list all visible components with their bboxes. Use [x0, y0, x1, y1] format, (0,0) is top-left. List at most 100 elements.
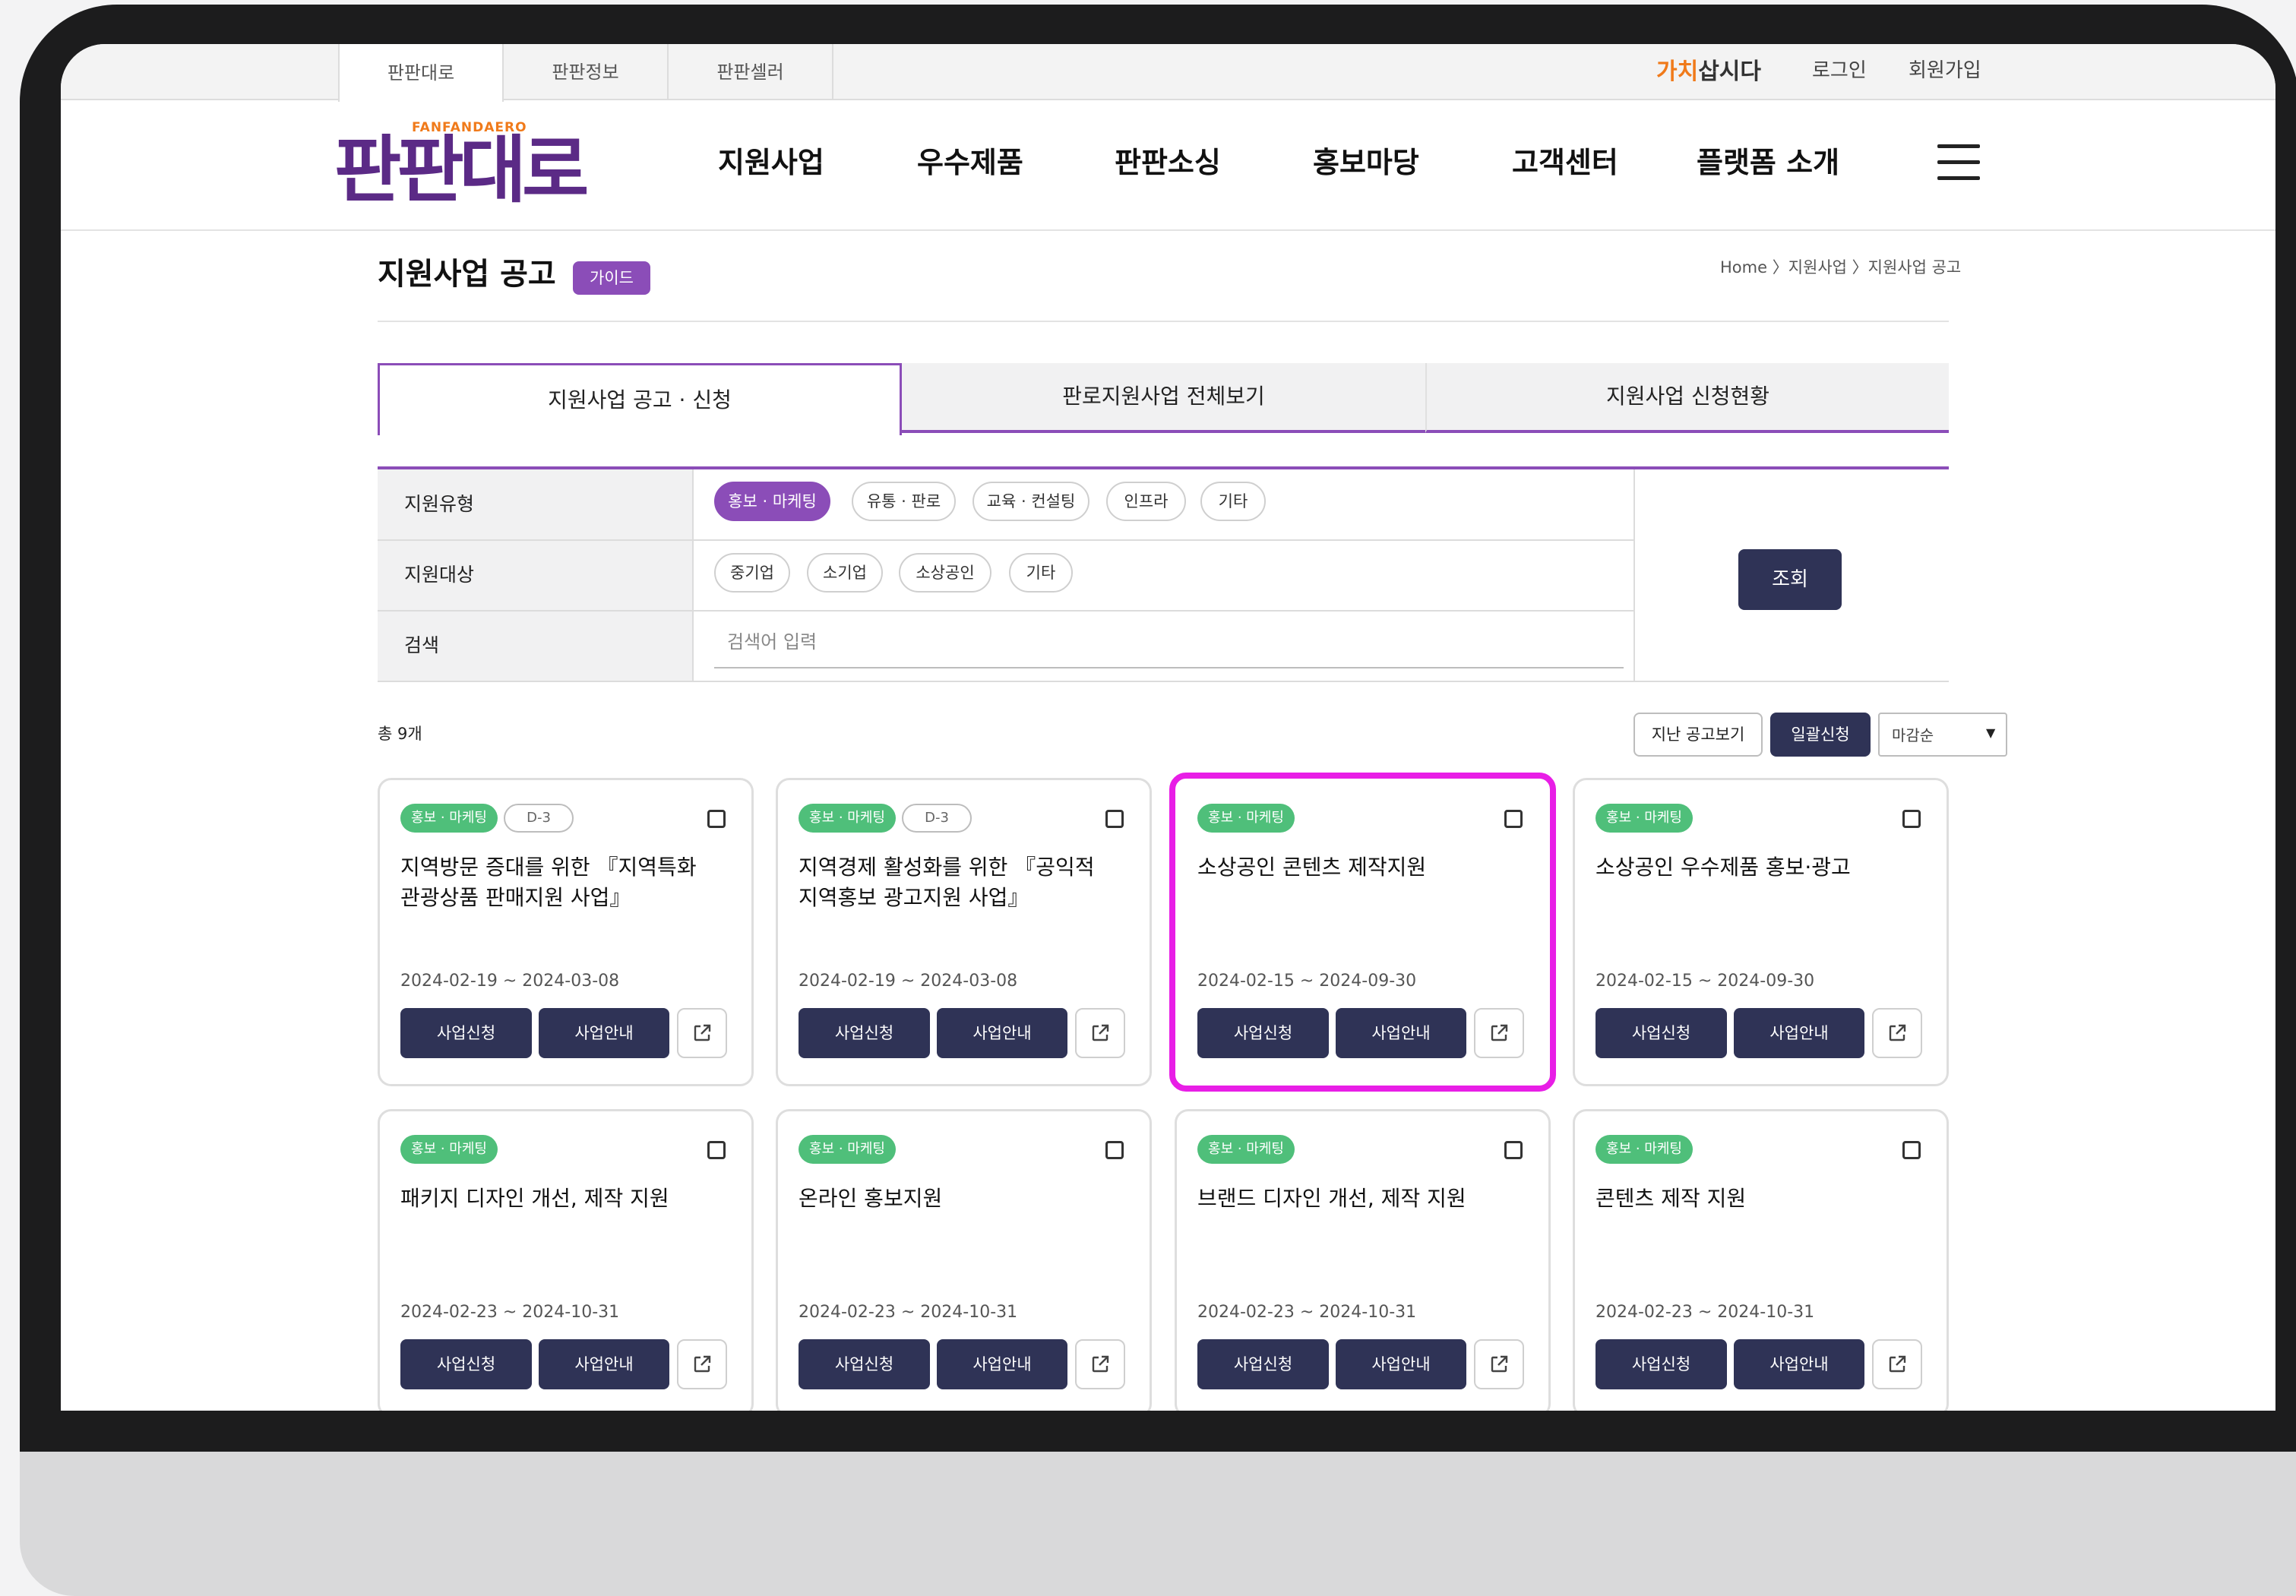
external-link-icon[interactable] [1474, 1008, 1524, 1058]
nav-sourcing[interactable]: 판판소싱 [1115, 148, 1221, 177]
util-tab-fanfan-info[interactable]: 판판정보 [504, 44, 669, 100]
hamburger-menu-icon[interactable] [1937, 144, 1980, 181]
sort-select[interactable]: 마감순 ▼ [1878, 713, 2007, 757]
apply-button[interactable]: 사업신청 [1595, 1008, 1727, 1058]
card-body: 홍보 · 마케팅 소상공인 우수제품 홍보·광고 2024-02-15 ~ 2024… [1573, 778, 1949, 1086]
support-card[interactable]: 홍보 · 마케팅 온라인 홍보지원 2024-02-23 ~ 2024-10-31 사… [776, 1109, 1152, 1411]
card-date-range: 2024-02-23 ~ 2024-10-31 [400, 1303, 620, 1322]
nav-customer-center[interactable]: 고객센터 [1512, 148, 1618, 177]
nav-platform-intro[interactable]: 플랫폼 소개 [1697, 148, 1839, 177]
search-input[interactable]: 검색어 입력 [727, 633, 817, 651]
support-card[interactable]: 홍보 · 마케팅 소상공인 콘텐츠 제작지원 2024-02-15 ~ 2024-0… [1169, 773, 1556, 1092]
card-select-checkbox[interactable] [1504, 1141, 1523, 1159]
filter-button-divider [1633, 469, 1635, 682]
card-select-checkbox[interactable] [1902, 1141, 1921, 1159]
bulk-apply-label: 일괄신청 [1791, 725, 1850, 744]
search-input-underline [714, 667, 1624, 668]
external-link-icon[interactable] [677, 1008, 727, 1058]
chip-type-distribution[interactable]: 유통 · 판로 [852, 482, 956, 521]
support-card[interactable]: 홍보 · 마케팅 소상공인 우수제품 홍보·광고 2024-02-15 ~ 2024… [1573, 778, 1949, 1086]
support-card[interactable]: 홍보 · 마케팅 패키지 디자인 개선, 제작 지원 2024-02-23 ~ 20… [378, 1109, 754, 1411]
support-card[interactable]: 홍보 · 마케팅 브랜드 디자인 개선, 제작 지원 2024-02-23 ~ 20… [1175, 1109, 1551, 1411]
past-announcements-button[interactable]: 지난 공고보기 [1633, 713, 1763, 757]
support-card[interactable]: 홍보 · 마케팅 D-3 지역경제 활성화를 위한 『공익적 지역홍보 광고지원 사… [776, 778, 1152, 1086]
card-body: 홍보 · 마케팅 D-3 지역경제 활성화를 위한 『공익적 지역홍보 광고지원 사… [776, 778, 1152, 1086]
apply-button[interactable]: 사업신청 [1197, 1339, 1329, 1389]
filter-row-divider [378, 610, 1633, 612]
apply-button[interactable]: 사업신청 [799, 1008, 930, 1058]
chip-type-other[interactable]: 기타 [1200, 482, 1266, 521]
filter-column-divider [692, 469, 694, 682]
info-button[interactable]: 사업안내 [539, 1339, 669, 1389]
category-badge: 홍보 · 마케팅 [400, 804, 498, 833]
chip-type-education[interactable]: 교육 · 컨설팅 [972, 482, 1089, 521]
card-select-checkbox[interactable] [707, 1141, 726, 1159]
apply-button[interactable]: 사업신청 [400, 1339, 532, 1389]
card-select-checkbox[interactable] [1504, 810, 1523, 828]
tab-label: 판로지원사업 전체보기 [1062, 384, 1265, 409]
card-date-range: 2024-02-15 ~ 2024-09-30 [1197, 972, 1417, 991]
category-badge: 홍보 · 마케팅 [799, 804, 896, 833]
external-link-icon[interactable] [1474, 1339, 1524, 1389]
tab-application-status[interactable]: 지원사업 신청현황 [1425, 363, 1949, 433]
info-button[interactable]: 사업안내 [1734, 1339, 1864, 1389]
external-link-icon[interactable] [1075, 1008, 1125, 1058]
apply-button[interactable]: 사업신청 [799, 1339, 930, 1389]
external-link-icon[interactable] [1872, 1008, 1922, 1058]
chip-label: 소상공인 [916, 563, 975, 582]
bulk-apply-button[interactable]: 일괄신청 [1770, 713, 1871, 757]
info-button[interactable]: 사업안내 [937, 1339, 1067, 1389]
info-button[interactable]: 사업안내 [937, 1008, 1067, 1058]
info-button[interactable]: 사업안내 [1336, 1339, 1466, 1389]
support-card[interactable]: 홍보 · 마케팅 D-3 지역방문 증대를 위한 『지역특화 관광상품 판매지원 사… [378, 778, 754, 1086]
login-link[interactable]: 로그인 [1812, 61, 1867, 81]
breadcrumb: Home 〉지원사업 〉지원사업 공고 [1720, 258, 1962, 277]
caret-down-icon: ▼ [1986, 725, 1996, 740]
chip-type-infra[interactable]: 인프라 [1106, 482, 1186, 521]
card-select-checkbox[interactable] [707, 810, 726, 828]
chip-target-mid-enterprise[interactable]: 중기업 [714, 553, 790, 593]
tab-announcement-apply[interactable]: 지원사업 공고 · 신청 [378, 363, 902, 435]
chip-label: 기타 [1026, 563, 1056, 582]
brand-campaign-link[interactable]: 가치삽시다 [1656, 61, 1761, 84]
nav-promotion[interactable]: 홍보마당 [1313, 148, 1419, 177]
support-card[interactable]: 홍보 · 마케팅 콘텐츠 제작 지원 2024-02-23 ~ 2024-10-31… [1573, 1109, 1949, 1411]
external-link-icon[interactable] [1075, 1339, 1125, 1389]
chip-label: 홍보 · 마케팅 [728, 491, 817, 510]
util-tab-fanfandaero[interactable]: 판판대로 [338, 44, 504, 102]
card-title: 브랜드 디자인 개선, 제작 지원 [1197, 1186, 1466, 1211]
apply-button[interactable]: 사업신청 [400, 1008, 532, 1058]
chip-target-small-business[interactable]: 소상공인 [899, 553, 991, 593]
info-button[interactable]: 사업안내 [1336, 1008, 1466, 1058]
card-select-checkbox[interactable] [1105, 810, 1124, 828]
browser-screen: 판판대로 판판정보 판판셀러 가치삽시다 로그인 회원가입 FANFANDAER… [61, 44, 2275, 1411]
apply-button[interactable]: 사업신청 [1197, 1008, 1329, 1058]
card-select-checkbox[interactable] [1105, 1141, 1124, 1159]
nav-excellent-products[interactable]: 우수제품 [917, 148, 1023, 177]
category-badge: 홍보 · 마케팅 [1197, 804, 1295, 833]
card-date-range: 2024-02-19 ~ 2024-03-08 [799, 972, 1018, 991]
search-submit-button[interactable]: 조회 [1738, 549, 1842, 610]
filter-bottom-border [378, 681, 1949, 682]
external-link-icon[interactable] [677, 1339, 727, 1389]
chip-type-marketing[interactable]: 홍보 · 마케팅 [714, 482, 830, 521]
nav-support-projects[interactable]: 지원사업 [718, 148, 824, 177]
info-button[interactable]: 사업안내 [539, 1008, 669, 1058]
card-select-checkbox[interactable] [1902, 810, 1921, 828]
util-tab-fanfan-seller[interactable]: 판판셀러 [669, 44, 833, 100]
util-tab-label: 판판정보 [552, 62, 619, 83]
site-logo[interactable]: FANFANDAERO 판판대로 [334, 122, 589, 207]
tab-all-support-projects[interactable]: 판로지원사업 전체보기 [902, 363, 1425, 433]
external-link-icon[interactable] [1872, 1339, 1922, 1389]
apply-button[interactable]: 사업신청 [1595, 1339, 1727, 1389]
info-button[interactable]: 사업안내 [1734, 1008, 1864, 1058]
signup-link[interactable]: 회원가입 [1909, 61, 1981, 81]
guide-badge[interactable]: 가이드 [573, 261, 650, 295]
card-body: 홍보 · 마케팅 브랜드 디자인 개선, 제작 지원 2024-02-23 ~ 20… [1175, 1109, 1551, 1411]
chip-target-other[interactable]: 기타 [1009, 553, 1073, 593]
chip-target-small-enterprise[interactable]: 소기업 [807, 553, 883, 593]
search-submit-label: 조회 [1772, 568, 1808, 591]
category-badge: 홍보 · 마케팅 [1595, 1135, 1693, 1164]
chip-label: 중기업 [730, 563, 774, 582]
support-type-label: 지원유형 [404, 493, 475, 515]
